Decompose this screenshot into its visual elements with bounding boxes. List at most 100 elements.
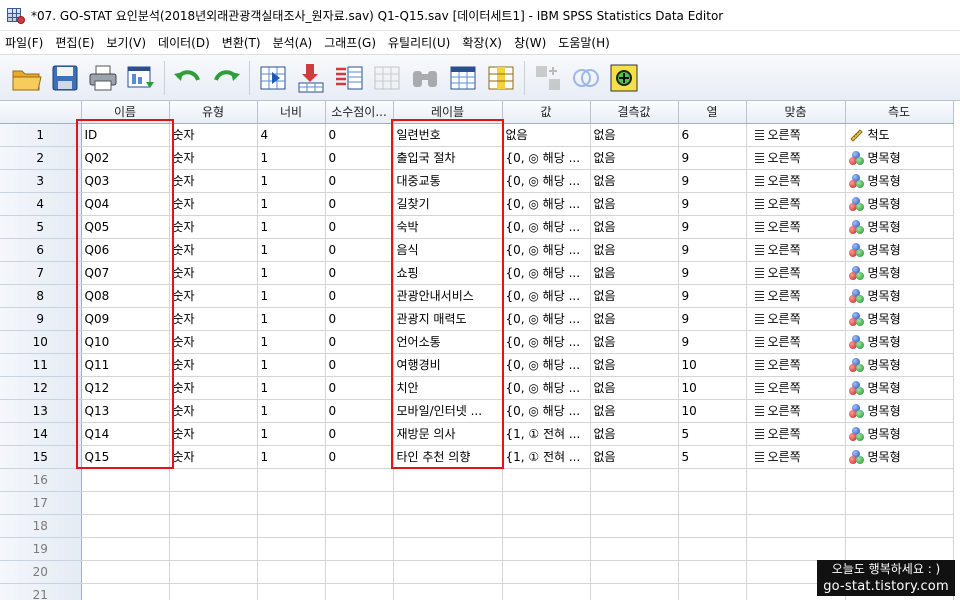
cell-empty[interactable] — [746, 468, 846, 492]
cell-width[interactable]: 1 — [257, 376, 326, 400]
cell-align[interactable]: 오른쪽 — [746, 445, 846, 469]
cell-width[interactable]: 1 — [257, 261, 326, 285]
row-header[interactable]: 11 — [0, 353, 82, 377]
row-header[interactable]: 5 — [0, 215, 82, 239]
row-header[interactable]: 2 — [0, 146, 82, 170]
cell-values[interactable]: {0, ◎ 해당 ... — [502, 261, 591, 285]
cell-empty[interactable] — [590, 537, 679, 561]
cell-empty[interactable] — [678, 468, 747, 492]
row-header[interactable]: 12 — [0, 376, 82, 400]
cell-empty[interactable] — [502, 583, 591, 600]
cell-decimals[interactable]: 0 — [325, 376, 394, 400]
save-icon[interactable] — [46, 59, 84, 97]
cell-name[interactable]: Q10 — [81, 330, 170, 354]
cell-missing[interactable]: 없음 — [590, 261, 679, 285]
cell-align[interactable]: 오른쪽 — [746, 330, 846, 354]
cell-decimals[interactable]: 0 — [325, 169, 394, 193]
cell-empty[interactable] — [257, 583, 326, 600]
cell-empty[interactable] — [746, 537, 846, 561]
cell-name[interactable]: Q09 — [81, 307, 170, 331]
cell-type[interactable]: 숫자 — [169, 261, 258, 285]
row-header[interactable]: 15 — [0, 445, 82, 469]
cell-empty[interactable] — [81, 514, 170, 538]
menu-help[interactable]: 도움말(H) — [553, 31, 617, 55]
cell-measure[interactable]: 명목형 — [845, 445, 954, 469]
cell-name[interactable]: Q02 — [81, 146, 170, 170]
cell-empty[interactable] — [81, 560, 170, 584]
cell-type[interactable]: 숫자 — [169, 192, 258, 216]
cell-values[interactable]: {0, ◎ 해당 ... — [502, 399, 591, 423]
row-header[interactable]: 9 — [0, 307, 82, 331]
cell-empty[interactable] — [678, 537, 747, 561]
cell-measure[interactable]: 명목형 — [845, 238, 954, 262]
cell-name[interactable]: Q07 — [81, 261, 170, 285]
row-header[interactable]: 4 — [0, 192, 82, 216]
cell-decimals[interactable]: 0 — [325, 146, 394, 170]
cell-empty[interactable] — [678, 560, 747, 584]
cell-columns[interactable]: 9 — [678, 146, 747, 170]
cell-columns[interactable]: 9 — [678, 169, 747, 193]
cell-empty[interactable] — [325, 583, 394, 600]
cell-values[interactable]: {0, ◎ 해당 ... — [502, 215, 591, 239]
cell-decimals[interactable]: 0 — [325, 238, 394, 262]
cell-measure[interactable]: 명목형 — [845, 399, 954, 423]
cell-type[interactable]: 숫자 — [169, 284, 258, 308]
cell-values[interactable]: {0, ◎ 해당 ... — [502, 353, 591, 377]
cell-empty[interactable] — [257, 537, 326, 561]
cell-missing[interactable]: 없음 — [590, 422, 679, 446]
cell-measure[interactable]: 명목형 — [845, 146, 954, 170]
cell-width[interactable]: 1 — [257, 330, 326, 354]
cell-measure[interactable]: 명목형 — [845, 169, 954, 193]
cell-measure[interactable]: 명목형 — [845, 422, 954, 446]
row-header[interactable]: 16 — [0, 468, 82, 492]
insert-variable-icon[interactable] — [482, 59, 520, 97]
menu-utilities[interactable]: 유틸리티(U) — [383, 31, 457, 55]
cell-label[interactable]: 관광안내서비스 — [393, 284, 503, 308]
cell-empty[interactable] — [169, 560, 258, 584]
cell-type[interactable]: 숫자 — [169, 445, 258, 469]
cell-missing[interactable]: 없음 — [590, 169, 679, 193]
cell-values[interactable]: {0, ◎ 해당 ... — [502, 169, 591, 193]
cell-label[interactable]: 일련번호 — [393, 123, 503, 147]
cell-label[interactable]: 치안 — [393, 376, 503, 400]
cell-measure[interactable]: 명목형 — [845, 261, 954, 285]
cell-label[interactable]: 관광지 매력도 — [393, 307, 503, 331]
cell-width[interactable]: 1 — [257, 445, 326, 469]
cell-missing[interactable]: 없음 — [590, 445, 679, 469]
col-header-missing[interactable]: 결측값 — [590, 101, 679, 124]
cell-columns[interactable]: 5 — [678, 422, 747, 446]
cell-width[interactable]: 1 — [257, 399, 326, 423]
cell-empty[interactable] — [257, 514, 326, 538]
spss-app-icon[interactable] — [7, 6, 25, 24]
cell-type[interactable]: 숫자 — [169, 215, 258, 239]
cell-label[interactable]: 숙박 — [393, 215, 503, 239]
col-header-name[interactable]: 이름 — [81, 101, 170, 124]
row-header[interactable]: 14 — [0, 422, 82, 446]
row-header[interactable]: 1 — [0, 123, 82, 147]
cell-empty[interactable] — [169, 537, 258, 561]
row-header[interactable]: 8 — [0, 284, 82, 308]
cell-empty[interactable] — [845, 514, 954, 538]
cell-width[interactable]: 4 — [257, 123, 326, 147]
cell-empty[interactable] — [81, 468, 170, 492]
cell-name[interactable]: Q03 — [81, 169, 170, 193]
cell-empty[interactable] — [169, 583, 258, 600]
cell-name[interactable]: Q08 — [81, 284, 170, 308]
cell-type[interactable]: 숫자 — [169, 169, 258, 193]
menu-edit[interactable]: 편집(E) — [50, 31, 101, 55]
cell-measure[interactable]: 명목형 — [845, 307, 954, 331]
row-header[interactable]: 7 — [0, 261, 82, 285]
cell-empty[interactable] — [590, 583, 679, 600]
cell-empty[interactable] — [746, 514, 846, 538]
cell-type[interactable]: 숫자 — [169, 353, 258, 377]
cell-empty[interactable] — [502, 491, 591, 515]
cell-label[interactable]: 쇼핑 — [393, 261, 503, 285]
cell-decimals[interactable]: 0 — [325, 330, 394, 354]
cell-decimals[interactable]: 0 — [325, 215, 394, 239]
cell-decimals[interactable]: 0 — [325, 445, 394, 469]
cell-decimals[interactable]: 0 — [325, 353, 394, 377]
cell-width[interactable]: 1 — [257, 238, 326, 262]
cell-align[interactable]: 오른쪽 — [746, 169, 846, 193]
insert-cases-icon[interactable] — [444, 59, 482, 97]
cell-columns[interactable]: 9 — [678, 261, 747, 285]
